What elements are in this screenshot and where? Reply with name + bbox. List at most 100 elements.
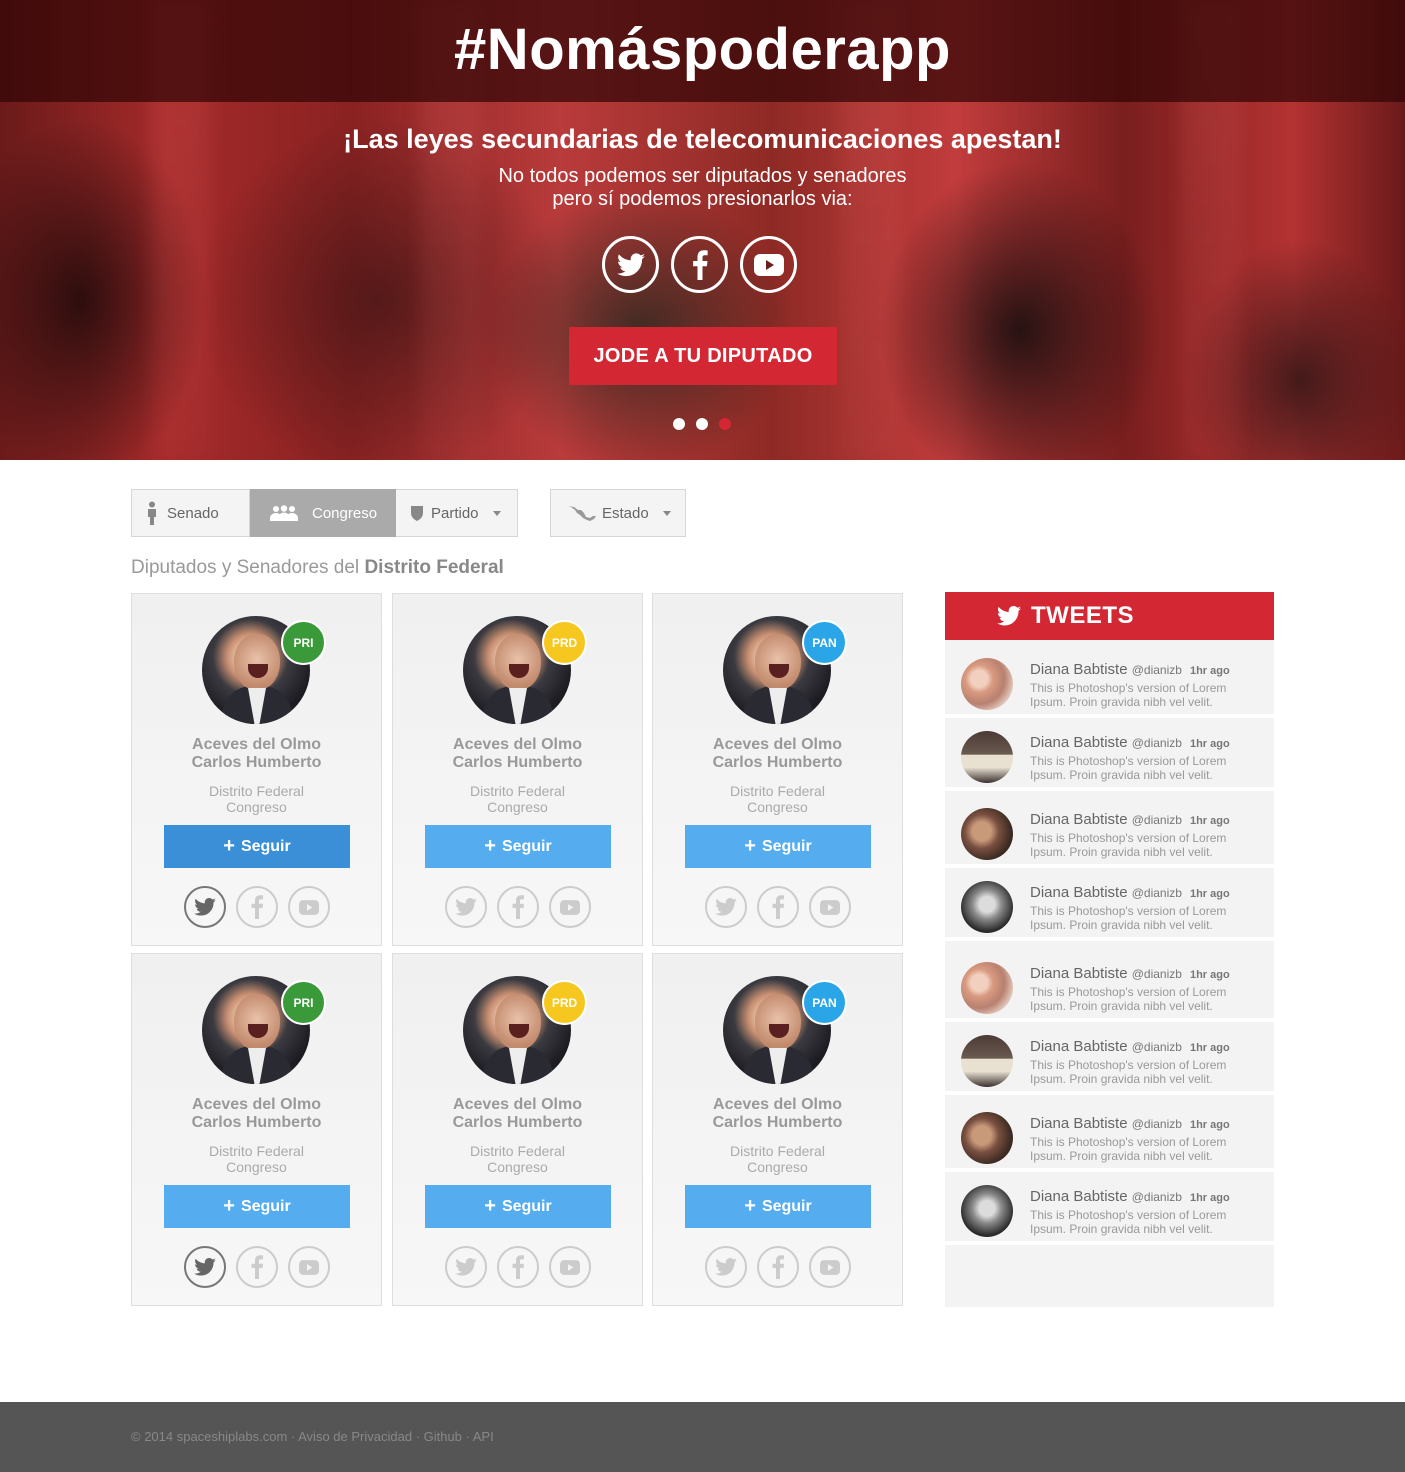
tweet-timestamp: 1hr ago [1189,738,1230,750]
tweet-author-handle[interactable]: @dianizb [1132,813,1182,827]
facebook-icon[interactable] [497,1246,539,1288]
tweet-timestamp: 1hr ago [1189,1192,1230,1204]
tweet-author-name[interactable]: Diana Babtiste [1030,1038,1128,1055]
tweet-author-handle[interactable]: @dianizb [1132,967,1182,981]
jode-a-tu-diputado-button[interactable]: JODE A TU DIPUTADO [569,327,837,385]
tweet-item[interactable]: Diana Babtiste @dianizb 1hr ago This is Ph… [945,796,1274,868]
facebook-icon[interactable] [236,886,278,928]
tweet-item[interactable]: Diana Babtiste @dianizb 1hr ago This is Ph… [945,1100,1274,1172]
twitter-icon[interactable] [184,1246,226,1288]
representative-meta: Distrito Federal Congreso [653,1143,902,1175]
tweet-header: Diana Babtiste @dianizb 1hr ago [1030,1188,1230,1205]
representative-social-links [445,1246,591,1288]
tweet-author-name[interactable]: Diana Babtiste [1030,1115,1128,1132]
representative-card: PRD Aceves del Olmo Carlos Humberto Distrit… [392,953,643,1306]
tweet-author-handle[interactable]: @dianizb [1132,1117,1182,1131]
tweet-author-name[interactable]: Diana Babtiste [1030,884,1128,901]
filter-estado-dropdown[interactable]: Estado [550,489,686,537]
tweet-avatar[interactable] [961,1035,1013,1087]
youtube-icon[interactable] [809,1246,851,1288]
facebook-icon[interactable] [497,886,539,928]
tweet-item[interactable]: Diana Babtiste @dianizb 1hr ago This is Ph… [945,869,1274,941]
tweet-item[interactable]: Diana Babtiste @dianizb 1hr ago This is Ph… [945,1023,1274,1095]
youtube-icon[interactable] [288,886,330,928]
tweet-author-handle[interactable]: @dianizb [1132,1040,1182,1054]
tweet-avatar[interactable] [961,881,1013,933]
filter-senado-label: Senado [167,504,219,522]
filter-congreso-button[interactable]: Congreso [250,489,396,537]
representative-name-line2: Carlos Humberto [191,754,322,771]
tweet-author-name[interactable]: Diana Babtiste [1030,1188,1128,1205]
twitter-icon [997,606,1021,626]
representative-card: PRI Aceves del Olmo Carlos Humberto Distrit… [131,593,382,946]
youtube-icon[interactable] [809,886,851,928]
representative-name: Aceves del Olmo Carlos Humberto [653,736,902,772]
follow-button[interactable]: + Seguir [164,1185,350,1228]
youtube-icon[interactable] [549,1246,591,1288]
representative-meta: Distrito Federal Congreso [132,1143,381,1175]
tweet-author-name[interactable]: Diana Babtiste [1030,661,1128,678]
tweets-title: TWEETS [1031,602,1134,629]
follow-button[interactable]: + Seguir [425,1185,611,1228]
filter-partido-dropdown[interactable]: Partido [396,489,518,537]
filter-senado-button[interactable]: Senado [131,489,250,537]
filter-congreso-label: Congreso [312,504,378,522]
carousel-dot-3[interactable] [719,418,731,430]
follow-button[interactable]: + Seguir [685,1185,871,1228]
brand-title[interactable]: #Nomáspoderapp [0,16,1405,83]
facebook-icon[interactable] [671,236,728,293]
follow-label: Seguir [501,1197,552,1215]
twitter-icon[interactable] [705,1246,747,1288]
facebook-icon[interactable] [236,1246,278,1288]
tweet-item[interactable]: Diana Babtiste @dianizb 1hr ago This is Ph… [945,719,1274,791]
twitter-icon[interactable] [184,886,226,928]
carousel-dot-1[interactable] [673,418,685,430]
representative-social-links [184,886,330,928]
tweet-timestamp: 1hr ago [1189,969,1230,981]
tweet-avatar[interactable] [961,808,1013,860]
facebook-icon[interactable] [757,1246,799,1288]
youtube-icon[interactable] [740,236,797,293]
tweet-avatar[interactable] [961,1112,1013,1164]
tweet-author-name[interactable]: Diana Babtiste [1030,734,1128,751]
group-icon [270,505,298,521]
representative-name-line2: Carlos Humberto [712,1114,843,1131]
tweet-author-name[interactable]: Diana Babtiste [1030,811,1128,828]
tweets-panel: TWEETS Diana Babtiste @dianizb 1hr ago Thi… [945,592,1274,1307]
tweet-header: Diana Babtiste @dianizb 1hr ago [1030,661,1230,678]
tweet-author-name[interactable]: Diana Babtiste [1030,965,1128,982]
tweet-text: This is Photoshop's version of Lorem Ips… [1030,1058,1227,1086]
tweet-avatar[interactable] [961,1185,1013,1237]
facebook-icon[interactable] [757,886,799,928]
tweet-author-handle[interactable]: @dianizb [1132,663,1182,677]
carousel-dot-2[interactable] [696,418,708,430]
hero-subtitle-line1: No todos podemos ser diputados y senador… [498,165,907,187]
tweet-timestamp: 1hr ago [1189,665,1230,677]
follow-button[interactable]: + Seguir [425,825,611,868]
follow-button[interactable]: + Seguir [685,825,871,868]
hero-subtitle: No todos podemos ser diputados y senador… [0,165,1405,211]
mexico-map-icon [568,506,596,521]
twitter-icon[interactable] [705,886,747,928]
twitter-icon[interactable] [445,886,487,928]
youtube-icon[interactable] [288,1246,330,1288]
youtube-icon[interactable] [549,886,591,928]
representative-card: PAN Aceves del Olmo Carlos Humberto Distrit… [652,593,903,946]
representative-meta: Distrito Federal Congreso [393,1143,642,1175]
plus-icon: + [223,835,235,857]
footer-text[interactable]: © 2014 spaceshiplabs.com · Aviso de Priv… [131,1429,494,1444]
tweet-author-handle[interactable]: @dianizb [1132,1190,1182,1204]
tweet-avatar[interactable] [961,962,1013,1014]
twitter-icon[interactable] [602,236,659,293]
tweet-avatar[interactable] [961,731,1013,783]
tweet-avatar[interactable] [961,658,1013,710]
follow-button[interactable]: + Seguir [164,825,350,868]
tweet-author-handle[interactable]: @dianizb [1132,886,1182,900]
tweet-author-handle[interactable]: @dianizb [1132,736,1182,750]
hero-social-links [602,236,797,293]
twitter-icon[interactable] [445,1246,487,1288]
tweet-item[interactable]: Diana Babtiste @dianizb 1hr ago This is Ph… [945,1173,1274,1245]
tweet-item[interactable]: Diana Babtiste @dianizb 1hr ago This is Ph… [945,646,1274,718]
tweet-item[interactable]: Diana Babtiste @dianizb 1hr ago This is Ph… [945,950,1274,1022]
tweet-header: Diana Babtiste @dianizb 1hr ago [1030,734,1230,751]
